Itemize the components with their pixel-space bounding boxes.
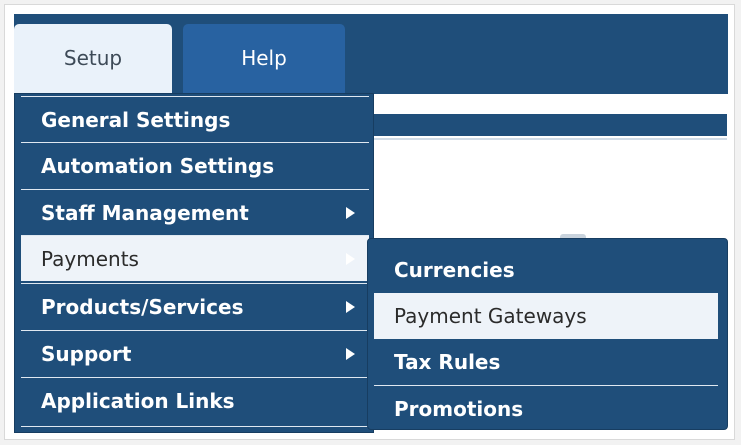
- submenu-item-promotions[interactable]: Promotions: [374, 386, 718, 432]
- submenu-item-currencies[interactable]: Currencies: [374, 247, 718, 293]
- chevron-right-icon: [346, 253, 355, 265]
- submenu-item-label: Promotions: [394, 397, 524, 421]
- menu-item-label: Payments: [41, 246, 139, 271]
- menu-item-label: Application Links: [41, 388, 235, 413]
- menu-item-general-settings[interactable]: General Settings: [21, 96, 369, 142]
- submenu-item-label: Tax Rules: [394, 350, 501, 374]
- menu-item-staff-management[interactable]: Staff Management: [21, 189, 369, 235]
- submenu-item-label: Payment Gateways: [394, 304, 587, 328]
- chevron-right-icon: [346, 348, 355, 360]
- menu-item-products-services[interactable]: Products/Services: [21, 283, 369, 329]
- submenu-item-label: Currencies: [394, 258, 515, 282]
- menu-item-label: Automation Settings: [41, 153, 275, 178]
- menu-item-label: Products/Services: [41, 294, 244, 319]
- tab-setup[interactable]: Setup: [14, 24, 172, 96]
- setup-dropdown-menu: General Settings Automation Settings Sta…: [14, 93, 374, 433]
- payments-submenu: Currencies Payment Gateways Tax Rules Pr…: [367, 238, 728, 430]
- menu-divider: [21, 426, 369, 427]
- menu-item-label: Staff Management: [41, 200, 249, 225]
- menu-item-label: Support: [41, 341, 132, 366]
- menu-item-application-links[interactable]: Application Links: [21, 377, 369, 423]
- chevron-right-icon: [346, 207, 355, 219]
- tab-help[interactable]: Help: [183, 24, 345, 96]
- menu-item-payments[interactable]: Payments: [21, 235, 369, 281]
- submenu-item-payment-gateways[interactable]: Payment Gateways: [374, 293, 718, 339]
- page-header-bar: [374, 114, 727, 136]
- menu-item-support[interactable]: Support: [21, 330, 369, 376]
- submenu-item-tax-rules[interactable]: Tax Rules: [374, 339, 718, 385]
- menu-item-label: General Settings: [41, 107, 231, 132]
- page-header-divider: [374, 138, 727, 140]
- tab-setup-label: Setup: [63, 46, 123, 70]
- chevron-right-icon: [346, 301, 355, 313]
- menu-item-automation-settings[interactable]: Automation Settings: [21, 142, 369, 188]
- tab-help-label: Help: [241, 46, 287, 70]
